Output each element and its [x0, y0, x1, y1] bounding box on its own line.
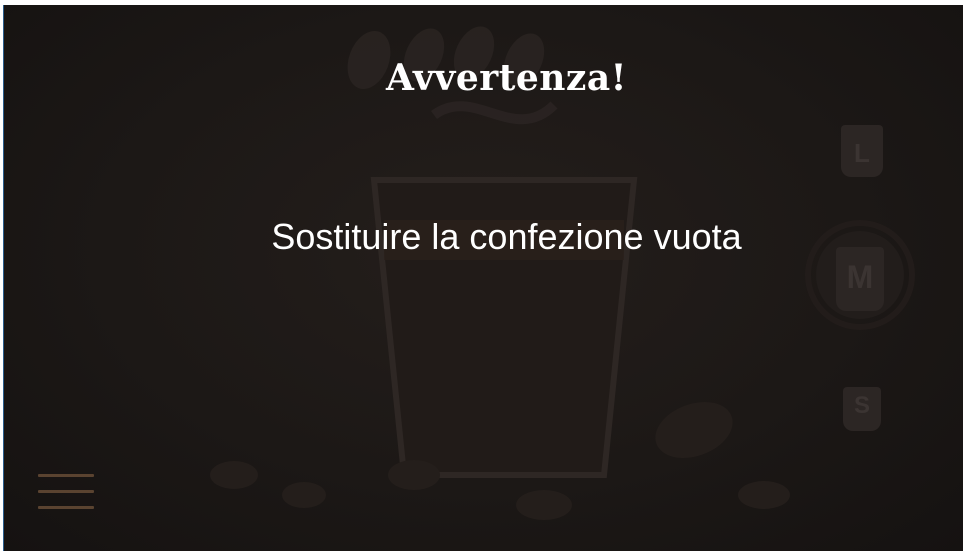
menu-bar-middle	[38, 490, 94, 493]
warning-screen: Avvertenza! Sostituire la confezione vuo…	[3, 5, 963, 551]
cup-size-s-button[interactable]: S	[840, 383, 884, 435]
hamburger-menu-icon[interactable]	[38, 469, 98, 513]
cup-size-m-label: M	[846, 259, 874, 295]
menu-bar-top	[38, 474, 94, 477]
menu-bar-bottom	[38, 506, 94, 509]
cup-size-m-button[interactable]: M	[832, 241, 888, 315]
cup-size-s-label: S	[853, 392, 870, 419]
warning-message: Sostituire la confezione vuota	[271, 216, 742, 257]
warning-title: Avvertenza!	[386, 57, 627, 99]
cup-size-l-button[interactable]: L	[837, 120, 887, 180]
cup-size-l-label: L	[854, 138, 870, 168]
